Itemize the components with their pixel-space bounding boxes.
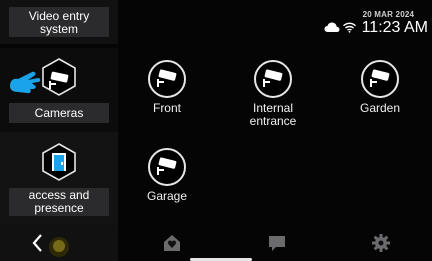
time-text: 11:23 AM [361, 19, 428, 36]
camera-tile-garage[interactable]: Garage [127, 148, 207, 203]
hand-pointer-icon [10, 71, 41, 94]
camera-icon [148, 60, 186, 98]
sidebar-item-video-entry[interactable]: Video entry system [0, 0, 118, 44]
bulb-icon [49, 237, 69, 257]
bottom-nav [0, 228, 432, 261]
camera-label: Garden [359, 101, 401, 115]
sidebar-item-label: Video entry system [9, 7, 109, 37]
settings-button[interactable] [369, 232, 393, 254]
messages-button[interactable] [265, 232, 289, 254]
status-area: 20 MAR 2024 11:23 AM [324, 10, 428, 36]
screen: Video entry system Cameras access and pr… [0, 0, 432, 261]
camera-icon [148, 148, 186, 186]
settings-icon [372, 234, 390, 252]
date-time: 20 MAR 2024 11:23 AM [362, 10, 428, 36]
camera-tile-internal-entrance[interactable]: Internal entrance [233, 60, 313, 128]
cloud-icon [324, 22, 340, 32]
camera-icon [254, 60, 292, 98]
status-icons [324, 22, 356, 33]
camera-label: Internal entrance [249, 101, 297, 128]
back-icon [32, 234, 42, 252]
sidebar-item-label: Cameras [9, 103, 109, 123]
camera-tile-garden[interactable]: Garden [340, 60, 420, 115]
wifi-icon [342, 22, 356, 33]
sidebar-item-access-presence[interactable]: access and presence [0, 133, 118, 225]
door-icon [42, 143, 76, 181]
home-button[interactable] [160, 232, 184, 254]
camera-label: Front [152, 101, 181, 115]
date-text: 20 MAR 2024 [362, 10, 415, 19]
chat-icon [269, 236, 285, 251]
sidebar-item-label: access and presence [9, 188, 109, 216]
sidebar: Video entry system Cameras access and pr… [0, 0, 118, 261]
camera-label: Garage [146, 189, 188, 203]
home-icon [164, 235, 180, 251]
camera-icon [361, 60, 399, 98]
camera-tile-front[interactable]: Front [127, 60, 207, 115]
